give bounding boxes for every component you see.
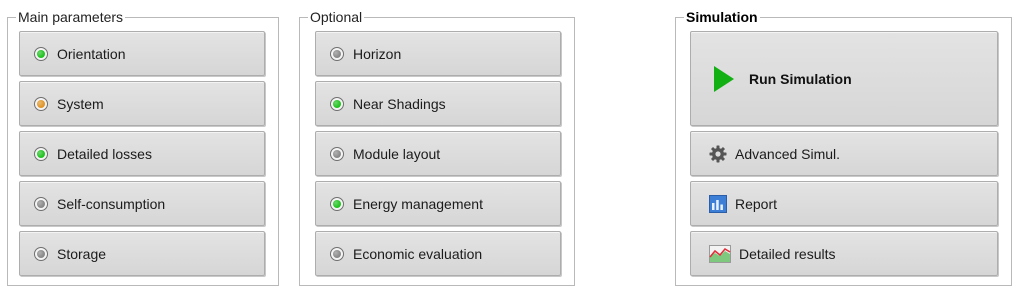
system-label: System [57, 95, 104, 112]
status-led-icon [330, 246, 344, 261]
energy-management-button[interactable]: Energy management [315, 181, 561, 226]
horizon-button[interactable]: Horizon [315, 31, 561, 76]
system-button[interactable]: System [19, 81, 265, 126]
status-led-icon [34, 246, 48, 261]
optional-group: Optional Horizon Near Shadings Module la… [299, 9, 575, 286]
status-led-icon [330, 146, 344, 161]
near-shadings-button[interactable]: Near Shadings [315, 81, 561, 126]
status-led-icon [330, 46, 344, 61]
simulation-group: Simulation Run Simulation Advanced Simul… [675, 9, 1012, 286]
near-shadings-label: Near Shadings [353, 95, 446, 112]
report-chart-icon [709, 194, 727, 213]
energy-management-label: Energy management [353, 195, 483, 212]
orientation-label: Orientation [57, 45, 126, 62]
report-button[interactable]: Report [690, 181, 998, 226]
status-led-icon [34, 96, 48, 111]
main-parameters-title: Main parameters [16, 9, 126, 25]
module-layout-label: Module layout [353, 145, 441, 162]
status-led-icon [34, 46, 48, 61]
main-parameters-group: Main parameters Orientation System Detai… [7, 9, 279, 286]
advanced-simul-label: Advanced Simul. [735, 145, 841, 162]
detailed-losses-button[interactable]: Detailed losses [19, 131, 265, 176]
status-led-icon [330, 196, 344, 211]
storage-button[interactable]: Storage [19, 231, 265, 276]
status-led-icon [34, 196, 48, 211]
detailed-results-label: Detailed results [739, 245, 836, 262]
report-label: Report [735, 195, 778, 212]
play-icon [713, 65, 735, 93]
detailed-losses-label: Detailed losses [57, 145, 152, 162]
status-led-icon [34, 146, 48, 161]
economic-evaluation-label: Economic evaluation [353, 245, 483, 262]
storage-label: Storage [57, 245, 107, 262]
run-simulation-label: Run Simulation [749, 70, 852, 87]
optional-title: Optional [308, 9, 365, 25]
advanced-simul-button[interactable]: Advanced Simul. [690, 131, 998, 176]
simulation-title: Simulation [684, 9, 760, 25]
detailed-results-button[interactable]: Detailed results [690, 231, 998, 276]
results-graph-icon [709, 244, 731, 263]
module-layout-button[interactable]: Module layout [315, 131, 561, 176]
economic-evaluation-button[interactable]: Economic evaluation [315, 231, 561, 276]
status-led-icon [330, 96, 344, 111]
run-simulation-button[interactable]: Run Simulation [690, 31, 998, 126]
horizon-label: Horizon [353, 45, 402, 62]
gear-icon [709, 145, 727, 163]
self-consumption-label: Self-consumption [57, 195, 166, 212]
orientation-button[interactable]: Orientation [19, 31, 265, 76]
self-consumption-button[interactable]: Self-consumption [19, 181, 265, 226]
